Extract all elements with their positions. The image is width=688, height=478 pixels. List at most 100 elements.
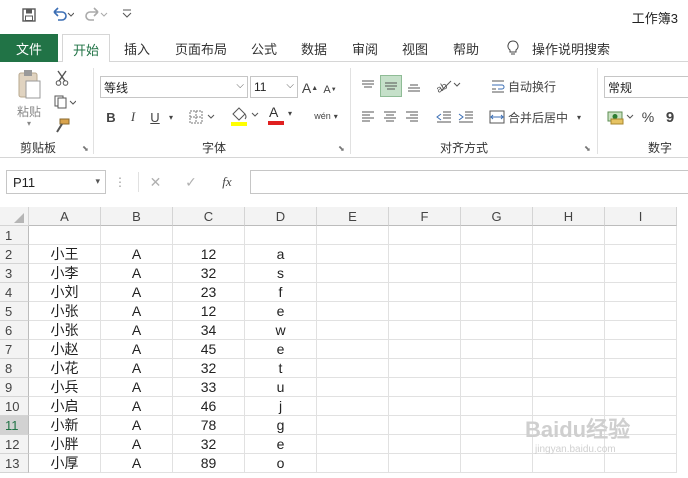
- font-dialog-launcher-icon[interactable]: ⬊: [338, 144, 345, 153]
- cell[interactable]: [461, 245, 533, 264]
- paste-dropdown-icon[interactable]: ▾: [24, 118, 34, 128]
- cell[interactable]: a: [245, 245, 317, 264]
- font-size-combo[interactable]: 11 ⌵: [250, 76, 298, 98]
- cell[interactable]: A: [101, 359, 173, 378]
- tab-view[interactable]: 视图: [402, 34, 428, 62]
- cell[interactable]: 小厚: [29, 454, 101, 473]
- cell[interactable]: [29, 226, 101, 245]
- cell[interactable]: [317, 264, 389, 283]
- cell[interactable]: g: [245, 416, 317, 435]
- copy-icon[interactable]: [52, 92, 78, 112]
- cell[interactable]: [605, 340, 677, 359]
- column-header-e[interactable]: E: [317, 207, 389, 226]
- cell[interactable]: A: [101, 321, 173, 340]
- cell[interactable]: [605, 283, 677, 302]
- paste-button-label[interactable]: 粘贴: [14, 104, 44, 119]
- number-format-combo[interactable]: 常规: [604, 76, 688, 98]
- cell[interactable]: [533, 340, 605, 359]
- cell[interactable]: 34: [173, 321, 245, 340]
- cell[interactable]: [389, 302, 461, 321]
- wrap-text-button[interactable]: 自动换行: [508, 76, 556, 96]
- cell[interactable]: 小王: [29, 245, 101, 264]
- cell[interactable]: [173, 226, 245, 245]
- bottom-align-icon[interactable]: [404, 76, 424, 96]
- cell[interactable]: [461, 283, 533, 302]
- cell[interactable]: [317, 321, 389, 340]
- cell[interactable]: [389, 435, 461, 454]
- cell[interactable]: [389, 264, 461, 283]
- cell[interactable]: 小张: [29, 321, 101, 340]
- cell[interactable]: [461, 340, 533, 359]
- tab-review[interactable]: 审阅: [352, 34, 378, 62]
- wrap-text-icon[interactable]: [490, 76, 506, 96]
- cell[interactable]: [317, 397, 389, 416]
- cell[interactable]: A: [101, 264, 173, 283]
- cell[interactable]: [389, 416, 461, 435]
- cell[interactable]: o: [245, 454, 317, 473]
- cell[interactable]: 小启: [29, 397, 101, 416]
- font-color-button[interactable]: A ▾: [266, 104, 300, 128]
- cell[interactable]: 小张: [29, 302, 101, 321]
- cell[interactable]: 12: [173, 302, 245, 321]
- cell[interactable]: [605, 245, 677, 264]
- cell[interactable]: [317, 416, 389, 435]
- cell[interactable]: 32: [173, 264, 245, 283]
- merge-dropdown-icon[interactable]: ▾: [574, 106, 584, 128]
- cell[interactable]: e: [245, 340, 317, 359]
- paste-icon[interactable]: [14, 68, 44, 102]
- align-center-icon[interactable]: [380, 106, 400, 128]
- row-header[interactable]: 1: [0, 226, 29, 245]
- cell[interactable]: [389, 321, 461, 340]
- cell[interactable]: A: [101, 283, 173, 302]
- row-header[interactable]: 3: [0, 264, 29, 283]
- cut-icon[interactable]: [52, 68, 72, 88]
- cell[interactable]: [317, 302, 389, 321]
- cell[interactable]: 33: [173, 378, 245, 397]
- cell[interactable]: [317, 454, 389, 473]
- redo-icon[interactable]: [84, 6, 108, 26]
- cell[interactable]: [389, 283, 461, 302]
- column-header-h[interactable]: H: [533, 207, 605, 226]
- row-header[interactable]: 10: [0, 397, 29, 416]
- middle-align-icon[interactable]: [380, 75, 402, 97]
- row-header[interactable]: 2: [0, 245, 29, 264]
- cell[interactable]: [605, 321, 677, 340]
- cell[interactable]: [317, 245, 389, 264]
- bold-button[interactable]: B: [102, 106, 120, 128]
- cell[interactable]: [533, 321, 605, 340]
- alignment-dialog-launcher-icon[interactable]: ⬊: [584, 144, 591, 153]
- cell[interactable]: [389, 454, 461, 473]
- cell[interactable]: [461, 416, 533, 435]
- name-box[interactable]: P11 ▾: [6, 170, 106, 194]
- cell[interactable]: A: [101, 416, 173, 435]
- cell[interactable]: 小花: [29, 359, 101, 378]
- cell[interactable]: [317, 435, 389, 454]
- align-right-icon[interactable]: [402, 106, 422, 128]
- cell[interactable]: [533, 302, 605, 321]
- row-header[interactable]: 7: [0, 340, 29, 359]
- cell[interactable]: [605, 302, 677, 321]
- cell[interactable]: [317, 340, 389, 359]
- orientation-icon[interactable]: ab: [434, 74, 464, 96]
- cell[interactable]: A: [101, 245, 173, 264]
- cell[interactable]: [605, 359, 677, 378]
- cell[interactable]: 89: [173, 454, 245, 473]
- cell[interactable]: A: [101, 378, 173, 397]
- cell[interactable]: [461, 397, 533, 416]
- cell[interactable]: A: [101, 435, 173, 454]
- tab-file[interactable]: 文件: [0, 34, 58, 62]
- cell[interactable]: 小刘: [29, 283, 101, 302]
- cell[interactable]: e: [245, 302, 317, 321]
- cell[interactable]: [461, 435, 533, 454]
- cell[interactable]: A: [101, 302, 173, 321]
- top-align-icon[interactable]: [358, 76, 378, 96]
- cell[interactable]: [317, 226, 389, 245]
- cell[interactable]: 12: [173, 245, 245, 264]
- cell[interactable]: [461, 264, 533, 283]
- cell[interactable]: [461, 226, 533, 245]
- row-header[interactable]: 4: [0, 283, 29, 302]
- cell[interactable]: 小新: [29, 416, 101, 435]
- tell-me-search[interactable]: 操作说明搜索: [532, 34, 610, 62]
- cell[interactable]: w: [245, 321, 317, 340]
- cell[interactable]: [461, 454, 533, 473]
